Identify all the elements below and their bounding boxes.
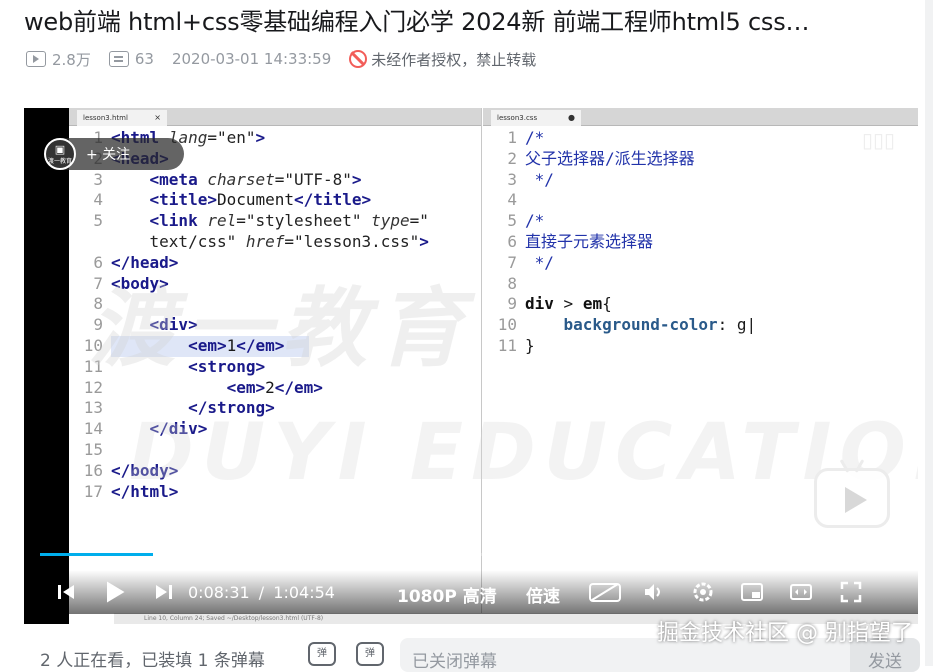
line-number: 8 bbox=[507, 273, 517, 293]
next-icon[interactable] bbox=[152, 580, 176, 604]
line-number: 13 bbox=[83, 398, 103, 418]
css-code-line: 1 /* bbox=[483, 128, 918, 149]
css-code-line: 8 bbox=[483, 274, 918, 295]
danmaku-settings-icon[interactable]: 弹 bbox=[356, 642, 384, 666]
code-text: */ bbox=[525, 169, 554, 189]
editor-tabbar-right: lesson3.css ● bbox=[483, 108, 918, 126]
danmaku-count-icon bbox=[108, 51, 129, 67]
line-number: 3 bbox=[93, 169, 103, 189]
watermark-en: DUYI EDUCATION bbox=[129, 408, 918, 498]
viewer-count: 2 人正在看，已装填 1 条弹幕 bbox=[40, 651, 265, 671]
danmaku-toggle-icon[interactable]: 弹 bbox=[308, 642, 336, 666]
video-title: web前端 html+css零基础编程入门必学 2024新 前端工程师html5… bbox=[24, 8, 810, 34]
css-code-block: 1/* 2 父子选择器/派生选择器 3 */4 5/* 6 直接子元素选择器 7 */8 9 di… bbox=[483, 128, 918, 357]
css-code-line: 6 直接子元素选择器 bbox=[483, 232, 918, 253]
code-text: div > em{ bbox=[525, 294, 612, 314]
line-number: 5 bbox=[93, 211, 103, 231]
css-code-line: 2 父子选择器/派生选择器 bbox=[483, 149, 918, 170]
line-number: 4 bbox=[507, 190, 517, 210]
fullscreen-icon[interactable] bbox=[839, 580, 863, 604]
editor-tab-html: lesson3.html × bbox=[77, 110, 167, 126]
settings-icon[interactable] bbox=[691, 580, 715, 604]
video-meta: 2.8万 63 2020-03-01 14:33:59 未经作者授权，禁止转载 bbox=[26, 48, 536, 70]
play-icon[interactable] bbox=[100, 578, 128, 606]
css-code-line: 3 */ bbox=[483, 170, 918, 191]
danmaku-stat: 63 bbox=[108, 50, 154, 68]
html-code-line: 3 <meta charset="UTF-8"> bbox=[69, 170, 481, 191]
css-code-line: 9 div > em{ bbox=[483, 294, 918, 315]
volume-icon[interactable] bbox=[642, 580, 666, 604]
code-text: <title>Document</title> bbox=[149, 190, 372, 210]
quality-button[interactable]: 1080P 高清 bbox=[397, 582, 497, 607]
line-number: 5 bbox=[507, 211, 517, 231]
line-number: 1 bbox=[507, 128, 517, 147]
danmaku-off-icon[interactable] bbox=[588, 580, 622, 604]
line-number: 6 bbox=[507, 231, 517, 251]
forbidden-icon bbox=[349, 50, 368, 68]
css-code-line: 5 /* bbox=[483, 211, 918, 232]
css-code-line: 7 */ bbox=[483, 253, 918, 274]
pip-icon[interactable] bbox=[740, 580, 764, 604]
line-number: 11 bbox=[497, 335, 517, 355]
bilibili-logo-icon: ▯▯▯ bbox=[862, 128, 896, 152]
time-display: 0:08:31 / 1:04:54 bbox=[188, 583, 335, 602]
code-text: background-color: g| bbox=[563, 315, 757, 335]
publish-time: 2020-03-01 14:33:59 bbox=[171, 50, 332, 68]
line-number: 16 bbox=[83, 460, 103, 480]
prev-icon[interactable] bbox=[54, 580, 78, 604]
progress-fill bbox=[40, 553, 153, 556]
code-text: */ bbox=[525, 252, 554, 272]
css-code-line: 4 bbox=[483, 190, 918, 211]
views-count: 2.8万 bbox=[52, 50, 91, 69]
center-play-icon[interactable] bbox=[814, 468, 890, 528]
danmaku-count: 63 bbox=[134, 50, 154, 68]
copyright-notice: 未经作者授权，禁止转载 bbox=[349, 49, 536, 70]
uploader-badge[interactable]: ▣ 渡一教育 + 关注 bbox=[44, 138, 184, 170]
line-number: 2 bbox=[507, 148, 517, 168]
widescreen-icon[interactable] bbox=[789, 580, 813, 604]
line-number: 9 bbox=[507, 294, 517, 314]
css-code-line: 11} bbox=[483, 336, 918, 357]
line-number: 10 bbox=[497, 315, 517, 335]
watermark-cn: 渡一教育 bbox=[89, 279, 473, 379]
code-text: /* bbox=[525, 128, 545, 147]
line-number: 3 bbox=[507, 169, 517, 189]
views-stat: 2.8万 bbox=[26, 49, 91, 70]
code-text: text/css" href="lesson3.css"> bbox=[149, 231, 429, 251]
speed-button[interactable]: 倍速 bbox=[526, 582, 560, 607]
html-code-line: 5 <link rel="stylesheet" type=" bbox=[69, 211, 481, 232]
current-time: 0:08:31 bbox=[188, 583, 250, 602]
code-text: } bbox=[525, 335, 535, 355]
code-text: 直接子元素选择器 bbox=[525, 231, 654, 251]
code-text: <meta charset="UTF-8"> bbox=[149, 169, 362, 189]
page-scrollbar[interactable] bbox=[925, 0, 933, 666]
duration: 1:04:54 bbox=[273, 583, 335, 602]
editor-pane-css: lesson3.css ● 1/* 2 父子选择器/派生选择器 3 */4 5/* 6 直接子… bbox=[483, 108, 918, 624]
play-count-icon bbox=[26, 51, 46, 67]
video-frame: lesson3.html× 1<html lang="en">2<head>3 … bbox=[69, 108, 918, 624]
code-text: 父子选择器/派生选择器 bbox=[525, 148, 695, 168]
copyright-text: 未经作者授权，禁止转载 bbox=[371, 50, 537, 69]
follow-button[interactable]: + 关注 bbox=[86, 144, 130, 164]
line-number: 15 bbox=[83, 439, 103, 459]
line-number: 7 bbox=[507, 252, 517, 272]
overlay-watermark: 掘金技术社区 @ 别指望了 bbox=[657, 621, 913, 646]
line-number: 4 bbox=[93, 190, 103, 210]
video-player[interactable]: lesson3.html× 1<html lang="en">2<head>3 … bbox=[24, 108, 918, 624]
line-number: 17 bbox=[83, 481, 103, 501]
editor-tab-css: lesson3.css ● bbox=[491, 110, 581, 126]
avatar[interactable]: ▣ 渡一教育 bbox=[44, 138, 76, 170]
editor-tabbar-left: lesson3.html × bbox=[69, 108, 481, 126]
progress-bar[interactable] bbox=[40, 553, 902, 556]
player-controls: 0:08:31 / 1:04:54 1080P 高清 倍速 bbox=[24, 570, 918, 614]
html-code-line: text/css" href="lesson3.css"> bbox=[69, 232, 481, 253]
css-code-line: 10 background-color: g| bbox=[483, 315, 918, 336]
code-text: <link rel="stylesheet" type=" bbox=[149, 211, 429, 231]
line-number: 14 bbox=[83, 419, 103, 439]
code-text: /* bbox=[525, 211, 545, 231]
html-code-line: 4 <title>Document</title> bbox=[69, 190, 481, 211]
